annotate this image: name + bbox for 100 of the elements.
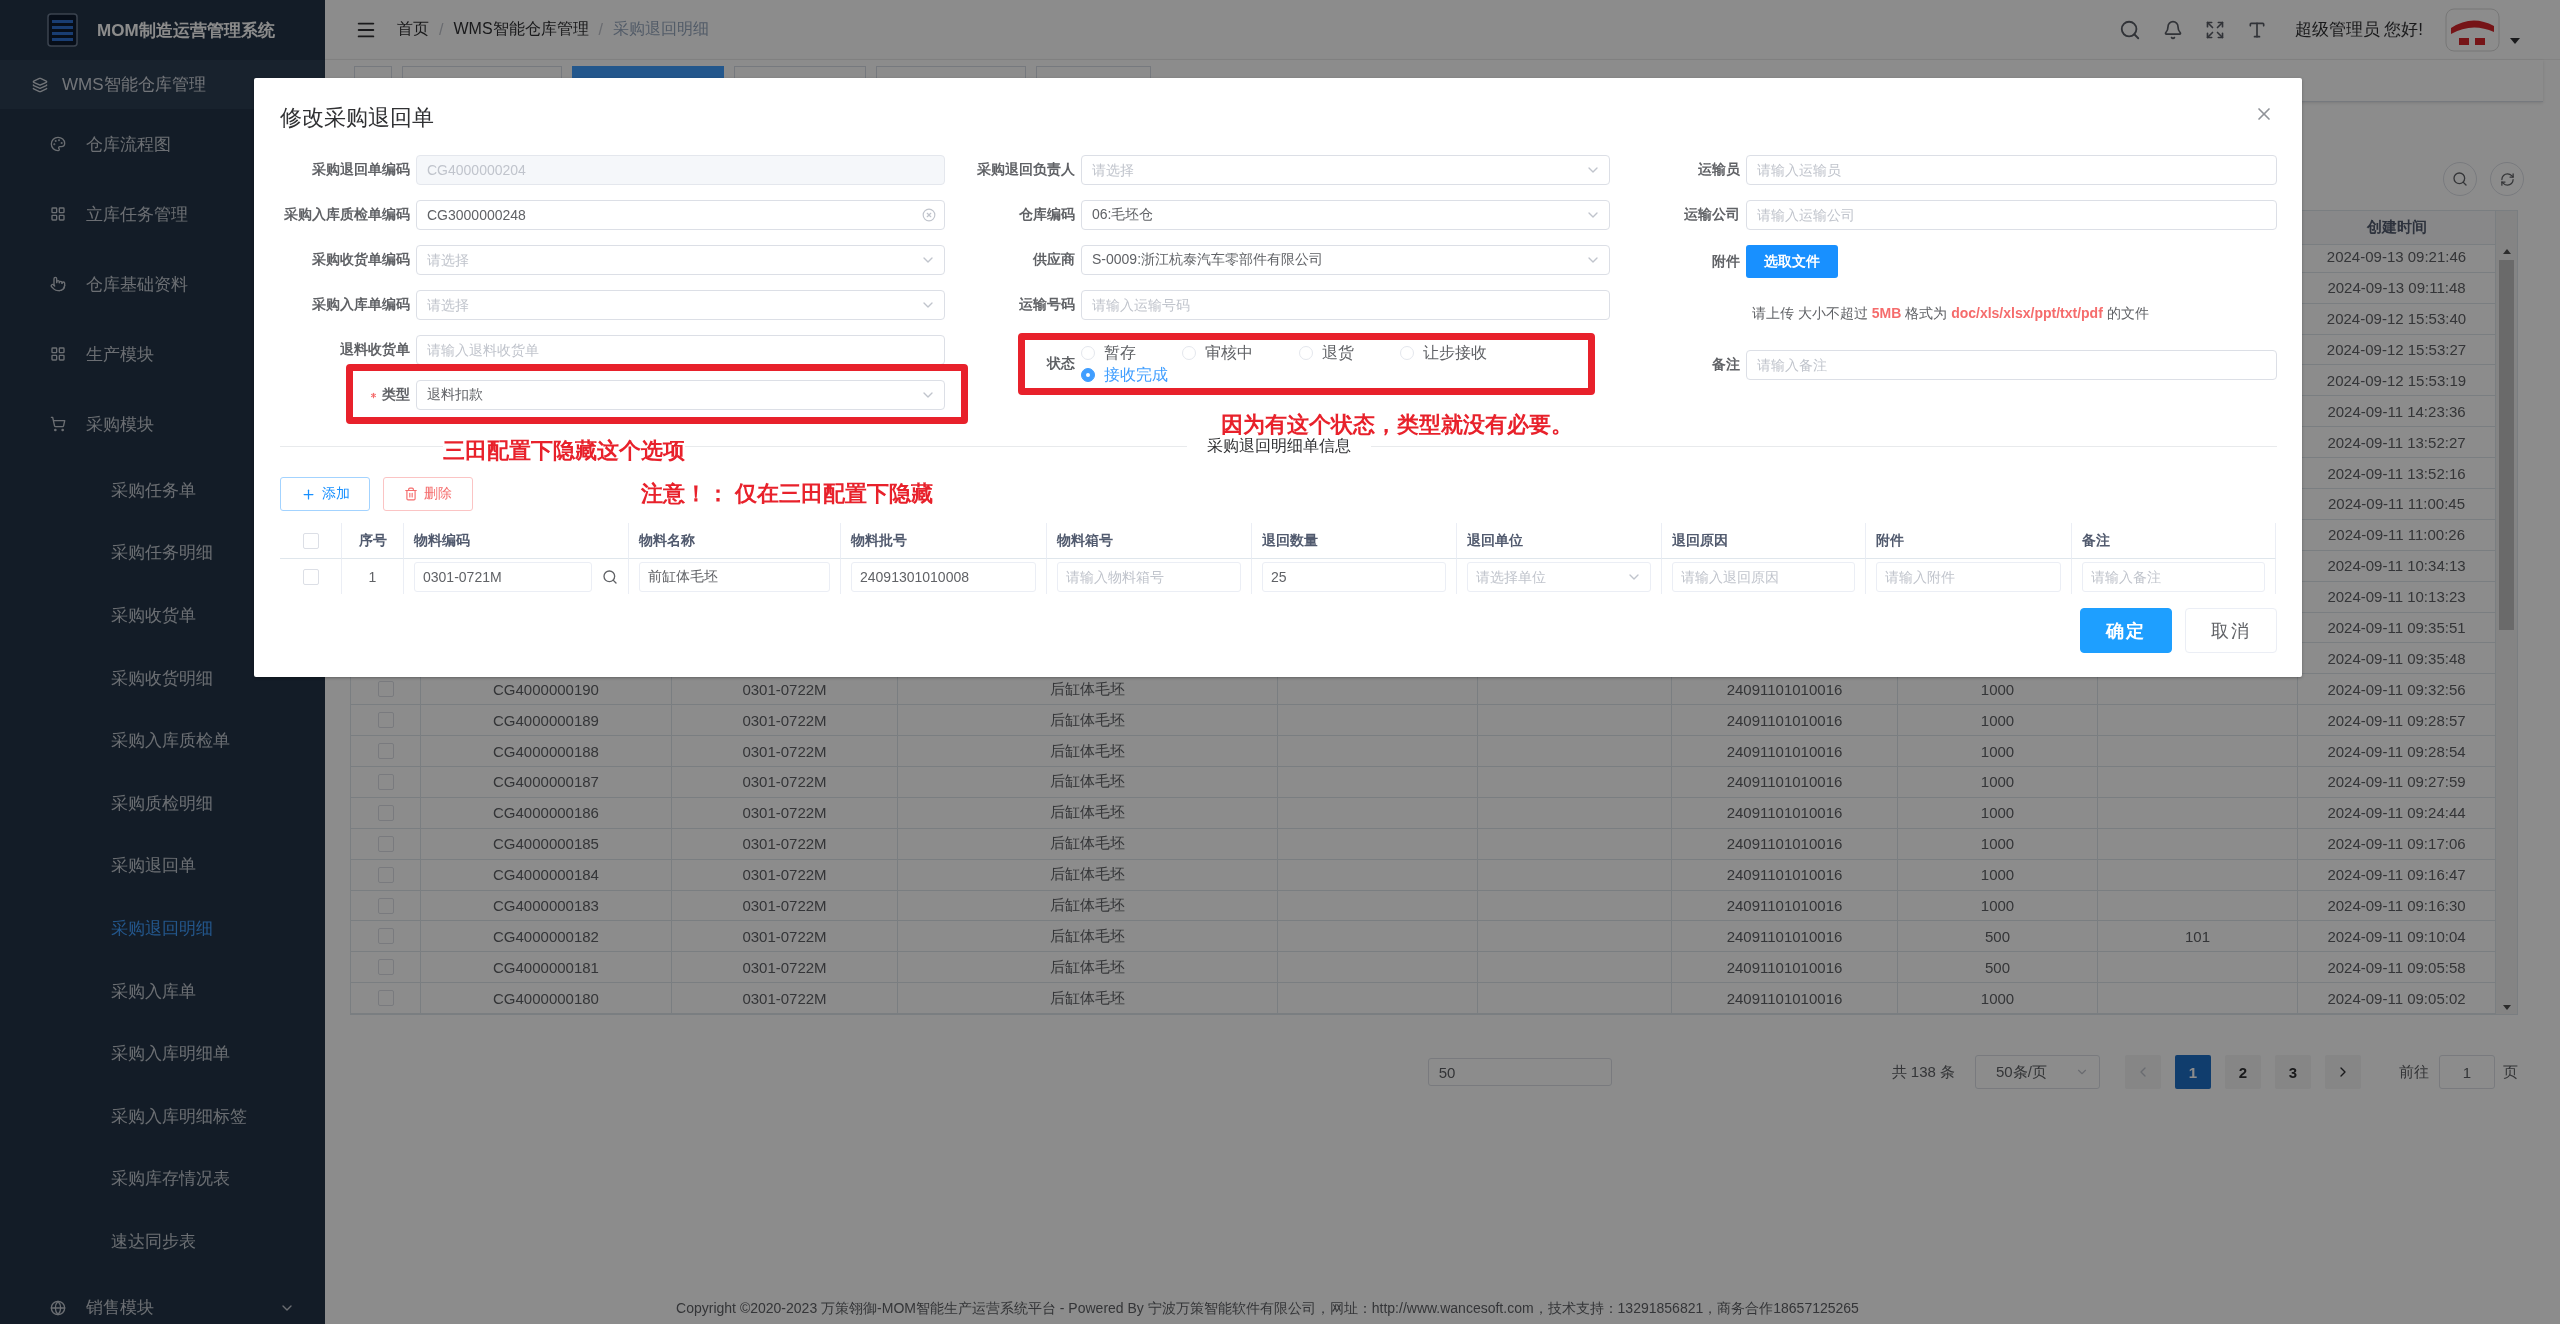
previous-page-button[interactable] <box>2125 1055 2161 1090</box>
page-button[interactable]: 1 <box>2175 1055 2211 1090</box>
menu-item[interactable]: 销售模块 <box>0 1272 325 1324</box>
page-button[interactable]: 3 <box>2275 1055 2311 1090</box>
input-field[interactable]: 请输入运输号码 <box>1081 290 1610 320</box>
table-cell: CG4000000185 <box>493 835 599 853</box>
field-label: 仓库编码 <box>1019 206 1075 224</box>
submenu-item[interactable]: 采购质检明细 <box>0 771 325 835</box>
input-field[interactable]: 请输入运输公司 <box>1746 200 2277 230</box>
radio-option[interactable]: 暂存 <box>1081 343 1136 363</box>
page-size-select[interactable]: 50条/页 <box>1975 1055 2100 1090</box>
input-field[interactable]: 50 <box>1427 1058 1612 1087</box>
input-field[interactable]: 请输入退料收货单 <box>416 335 945 365</box>
table-cell: 2024-09-11 09:16:30 <box>2327 897 2466 915</box>
select-all-checkbox[interactable] <box>302 532 319 549</box>
table-cell: 2024-09-13 09:21:46 <box>2326 248 2467 266</box>
submenu-item[interactable]: 采购入库质检单 <box>0 709 325 772</box>
radio-option[interactable]: 让步接收 <box>1400 343 1487 363</box>
caret-icon[interactable] <box>2510 37 2520 44</box>
select-field[interactable]: 请选择单位 <box>1467 561 1651 592</box>
select-field[interactable]: 请选择 <box>416 245 945 275</box>
breadcrumb-link[interactable]: 首页 <box>397 19 429 40</box>
input-field[interactable]: 请输入运输员 <box>1746 155 2277 185</box>
table-cell: 1000 <box>1980 989 2015 1007</box>
refresh-button[interactable] <box>2490 162 2524 196</box>
submenu-item[interactable]: 采购库存情况表 <box>0 1147 325 1211</box>
total-count: 共 138 条 <box>1891 1062 1955 1082</box>
page-button[interactable]: 2 <box>2225 1055 2261 1090</box>
cancel-button[interactable]: 取消 <box>2185 608 2277 653</box>
table-cell: 2024-09-11 10:13:23 <box>2327 588 2466 606</box>
table-cell: CG4000000190 <box>493 680 599 698</box>
table-cell: 500 <box>1985 927 2010 945</box>
delete-button[interactable]: 删除 <box>383 477 473 511</box>
table-cell: 2024-09-11 10:34:13 <box>2327 557 2466 575</box>
submenu-item[interactable]: 采购退回单 <box>0 834 325 898</box>
table-cell: CG4000000188 <box>493 742 599 760</box>
company-logo[interactable] <box>2445 7 2500 52</box>
input-field[interactable]: 请输入附件 <box>1876 561 2061 592</box>
table-cell: 2024-09-11 09:32:56 <box>2327 680 2466 698</box>
next-page-button[interactable] <box>2325 1055 2361 1090</box>
add-button[interactable]: 添加 <box>280 477 370 511</box>
table-cell: CG4000000187 <box>493 773 599 791</box>
table-cell: 2024-09-11 11:00:45 <box>2327 495 2466 513</box>
table-cell: 1000 <box>1980 680 2015 698</box>
row-checkbox[interactable] <box>302 568 319 585</box>
search-icon[interactable] <box>2118 18 2141 41</box>
input-field[interactable]: 24091301010008 <box>851 561 1036 592</box>
submenu-item[interactable]: 速达同步表 <box>0 1210 325 1273</box>
table-cell: 2024-09-11 09:05:58 <box>2327 958 2466 976</box>
table-cell: 2024-09-11 09:24:44 <box>2327 804 2466 822</box>
select-field[interactable]: 退料扣款 <box>416 380 945 410</box>
refresh-icon <box>2499 171 2515 187</box>
scroll-up-icon[interactable] <box>2502 249 2511 254</box>
choose-file-button[interactable]: 选取文件 <box>1746 245 1838 278</box>
input-field[interactable]: 请输入备注 <box>1746 350 2277 380</box>
confirm-button[interactable]: 确定 <box>2080 608 2172 653</box>
field-label: 采购退回单编码 <box>312 161 410 179</box>
search-button[interactable] <box>2443 162 2477 196</box>
radio-label: 审核中 <box>1205 342 1253 363</box>
input-field[interactable]: 请输入物料箱号 <box>1057 561 1241 592</box>
annotation-text: 注意！： 仅在三田配置下隐藏 <box>641 480 934 508</box>
table-cell: 后缸体毛坯 <box>1050 772 1125 792</box>
menu-item[interactable]: 采购模块 <box>0 389 325 459</box>
table-cell: 1000 <box>1980 711 2015 729</box>
radio-option[interactable]: 退货 <box>1299 343 1354 363</box>
bell-icon[interactable] <box>2162 19 2183 40</box>
page-number-field[interactable]: 1 <box>2439 1055 2495 1090</box>
table-cell: 2024-09-12 15:53:19 <box>2326 371 2467 389</box>
scroll-down-icon[interactable] <box>2502 1005 2511 1011</box>
breadcrumb-link[interactable]: WMS智能仓库管理 <box>453 19 589 40</box>
select-field[interactable]: 06:毛坯仓 <box>1081 200 1610 230</box>
column-header: 物料箱号 <box>1047 523 1252 559</box>
search-icon[interactable] <box>602 568 618 585</box>
breadcrumb-link[interactable]: 采购退回明细 <box>613 19 709 40</box>
table-cell: 后缸体毛坯 <box>1050 834 1125 854</box>
select-field[interactable]: 请选择 <box>416 290 945 320</box>
submenu-item[interactable]: 采购退回明细 <box>0 897 325 960</box>
table-cell: 24091101010016 <box>1726 989 1843 1007</box>
input-field[interactable]: CG3000000248 <box>416 200 945 230</box>
table-cell: 2024-09-11 09:35:51 <box>2327 619 2466 636</box>
scrollbar[interactable] <box>2496 211 2517 1015</box>
row-number: 1 <box>368 568 377 585</box>
menu-item[interactable]: 生产模块 <box>0 319 325 389</box>
submenu-item[interactable]: 采购入库单 <box>0 959 325 1023</box>
radio-label: 让步接收 <box>1423 342 1487 363</box>
select-field[interactable]: S-0009:浙江杭泰汽车零部件有限公司 <box>1081 245 1610 275</box>
input-field[interactable]: 前缸体毛坯 <box>639 561 830 592</box>
field-label: 采购退回负责人 <box>977 161 1075 179</box>
radio-option[interactable]: 接收完成 <box>1081 365 1168 385</box>
submenu-item[interactable]: 采购入库明细标签 <box>0 1084 325 1148</box>
table-cell: 后缸体毛坯 <box>1050 741 1125 761</box>
input-field[interactable]: 25 <box>1262 561 1446 592</box>
field-label: 供应商 <box>1033 251 1075 269</box>
submenu-item[interactable]: 采购入库明细单 <box>0 1022 325 1085</box>
radio-option[interactable]: 审核中 <box>1182 343 1253 363</box>
clear-icon[interactable] <box>922 208 936 222</box>
select-field[interactable]: 请选择 <box>1081 155 1610 185</box>
input-field[interactable]: 请输入备注 <box>2082 561 2265 592</box>
input-field[interactable]: 0301-0721M <box>414 561 592 592</box>
fullscreen-icon[interactable] <box>2204 19 2225 40</box>
